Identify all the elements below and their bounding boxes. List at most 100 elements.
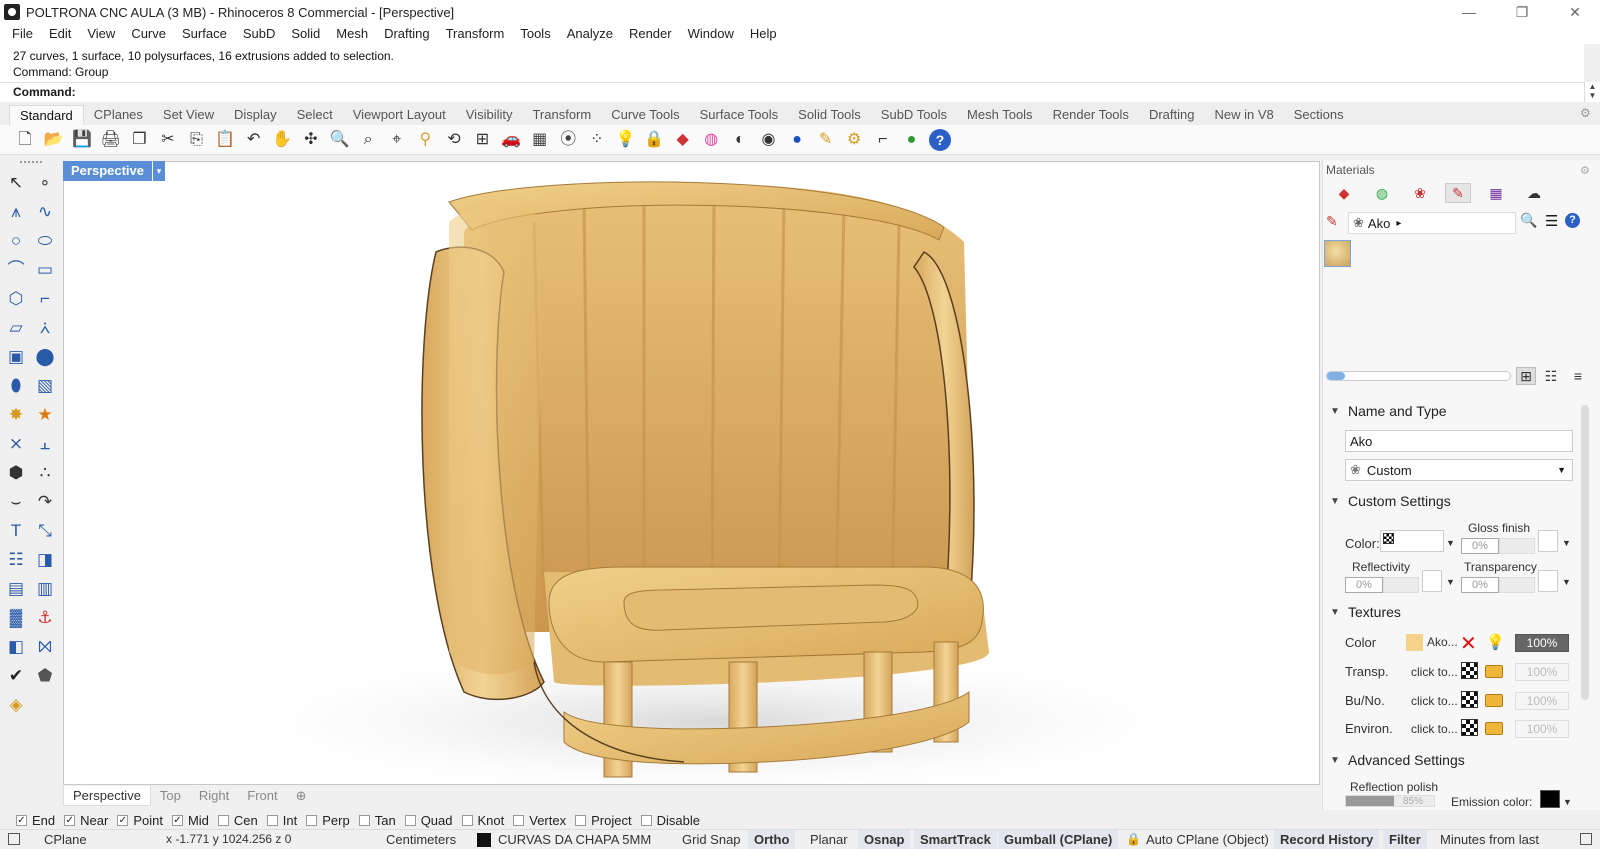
material-editor-tab-icon[interactable]: ✎ (1445, 183, 1471, 203)
osnap-quad[interactable]: Quad (404, 813, 453, 828)
restore-button[interactable]: ❐ (1499, 0, 1545, 24)
menu-window[interactable]: Window (680, 26, 742, 41)
tab-transform[interactable]: Transform (522, 105, 601, 125)
osnap-toggle[interactable]: Osnap (858, 830, 911, 849)
minimize-button[interactable]: — (1446, 0, 1492, 24)
textures-tab-icon[interactable]: ❀ (1407, 183, 1433, 203)
toolbar-grip[interactable] (20, 161, 42, 164)
transparency-value[interactable]: 0% (1461, 577, 1499, 593)
panel-gear-icon[interactable]: ⚙ (1580, 164, 1590, 177)
chair-model[interactable] (64, 162, 1320, 785)
chevron-down-icon[interactable]: ▼ (1562, 577, 1571, 587)
osnap-checkbox[interactable] (217, 814, 229, 826)
tab-select[interactable]: Select (287, 105, 343, 125)
osnap-knot[interactable]: Knot (461, 813, 504, 828)
osnap-icon[interactable]: ⦿ (557, 129, 579, 151)
name-and-type-header[interactable]: ▼ Name and Type (1330, 403, 1447, 419)
checker-texture-icon[interactable] (1461, 662, 1478, 679)
pencil-flag-icon[interactable]: ✎ (815, 129, 837, 151)
chevron-down-icon[interactable]: ▼ (1446, 577, 1455, 587)
folder-icon[interactable] (1485, 665, 1503, 678)
grid-snap-toggle[interactable]: Grid Snap (676, 830, 747, 849)
grid-array-icon[interactable]: ▓ (4, 605, 28, 629)
viewport-tab-right[interactable]: Right (190, 786, 238, 806)
menu-analyze[interactable]: Analyze (559, 26, 621, 41)
search-icon[interactable]: 🔍 (1520, 212, 1537, 229)
osnap-project[interactable]: Project (575, 813, 632, 828)
material-breadcrumb[interactable]: ❀ Ako ▸ (1348, 212, 1516, 234)
arc-icon[interactable]: ⌒ (4, 257, 28, 281)
osnap-checkbox[interactable] (575, 814, 587, 826)
record-history-toggle[interactable]: Record History (1274, 830, 1380, 849)
osnap-checkbox[interactable]: ✓ (64, 814, 76, 826)
osnap-checkbox[interactable]: ✓ (16, 814, 27, 826)
twist-icon[interactable]: ↷ (33, 489, 57, 513)
tab-sections[interactable]: Sections (1284, 105, 1354, 125)
tab-curve-tools[interactable]: Curve Tools (601, 105, 689, 125)
osnap-perp[interactable]: Perp (306, 813, 350, 828)
command-scroll[interactable]: ▲ ▼ (1584, 82, 1600, 102)
polar-array-icon[interactable]: ▥ (33, 576, 57, 600)
material-type-select[interactable]: ❀ Custom ▼ (1345, 459, 1573, 481)
panel-toggle-right-icon[interactable] (1580, 833, 1592, 845)
material-editor-icon[interactable]: ✎ (1326, 213, 1338, 230)
zoom-window-icon[interactable]: ⌕ (357, 129, 379, 151)
car-icon[interactable]: 🚗 (500, 129, 522, 151)
tab-cplanes[interactable]: CPlanes (84, 105, 153, 125)
polyline-icon[interactable]: ⩚ (4, 199, 28, 223)
paste-icon[interactable]: 📋 (214, 129, 236, 151)
gumball-toggle[interactable]: Gumball (CPlane) (998, 830, 1119, 849)
tab-solid-tools[interactable]: Solid Tools (788, 105, 871, 125)
add-viewport-tab-icon[interactable]: ⊕ (287, 786, 316, 806)
ellipse-icon[interactable]: ⬭ (33, 228, 57, 252)
hamburger-menu-icon[interactable]: ☰ (1545, 212, 1558, 230)
menu-file[interactable]: File (4, 26, 41, 41)
remove-texture-icon[interactable]: ✕ (1460, 631, 1477, 656)
emission-color-swatch[interactable] (1540, 790, 1560, 808)
pan-icon[interactable]: ✋ (271, 129, 293, 151)
color-palette-tab-icon[interactable]: ▦ (1483, 183, 1509, 203)
print-icon[interactable]: 🖨 (100, 129, 122, 151)
menu-mesh[interactable]: Mesh (328, 26, 376, 41)
material-thumbnail[interactable] (1324, 240, 1351, 267)
gloss-color-swatch[interactable] (1538, 530, 1558, 552)
paint-bucket-icon[interactable]: ◈ (4, 692, 28, 716)
tab-new-in-v8[interactable]: New in V8 (1204, 105, 1283, 125)
layer-color-swatch[interactable] (477, 833, 491, 847)
polygon-icon[interactable]: ⬡ (4, 286, 28, 310)
menu-curve[interactable]: Curve (123, 26, 174, 41)
osnap-checkbox[interactable]: ✓ (117, 814, 129, 826)
viewport-title[interactable]: Perspective ▾ (63, 161, 165, 181)
breadcrumb-arrow-icon[interactable]: ▸ (1396, 218, 1401, 229)
zoom-icon[interactable]: 🔍 (329, 129, 351, 151)
reflectivity-value[interactable]: 0% (1345, 577, 1383, 593)
bend-icon[interactable]: ⌣ (4, 489, 28, 513)
project-icon[interactable]: ◧ (4, 634, 28, 658)
flow-along-icon[interactable]: ◨ (33, 547, 57, 571)
explode-icon[interactable]: ★ (33, 402, 57, 426)
texture-bulb-icon[interactable]: 💡 (1486, 633, 1505, 651)
osnap-checkbox[interactable]: ✓ (171, 814, 183, 826)
osnap-checkbox[interactable] (404, 814, 416, 826)
osnap-checkbox[interactable] (513, 814, 525, 826)
grid-view-icon[interactable]: ⊞ (1516, 367, 1536, 385)
menu-tools[interactable]: Tools (512, 26, 558, 41)
undo-icon[interactable]: ↶ (243, 129, 265, 151)
material-icon[interactable]: ◆ (672, 129, 694, 151)
environments-tab-icon[interactable]: ◍ (1369, 183, 1395, 203)
mesh-plane-icon[interactable]: ▧ (33, 373, 57, 397)
grid-plane-icon[interactable]: ▦ (529, 129, 551, 151)
osnap-checkbox[interactable] (358, 814, 370, 826)
checker-texture-icon[interactable] (1461, 691, 1478, 708)
zoom-extents-icon[interactable]: ⌖ (386, 129, 408, 151)
osnap-tan[interactable]: Tan (358, 813, 396, 828)
dimension-icon[interactable]: ⌐ (872, 129, 894, 151)
tab-render-tools[interactable]: Render Tools (1043, 105, 1139, 125)
texture-amount[interactable]: 100% (1515, 720, 1569, 738)
folder-icon[interactable] (1485, 694, 1503, 707)
osnap-mid[interactable]: ✓ Mid (171, 813, 209, 828)
array-icon[interactable]: ☷ (4, 547, 28, 571)
osnap-checkbox[interactable] (266, 814, 278, 826)
lock-icon[interactable]: 🔒 (1126, 832, 1141, 846)
tab-viewport-layout[interactable]: Viewport Layout (343, 105, 456, 125)
